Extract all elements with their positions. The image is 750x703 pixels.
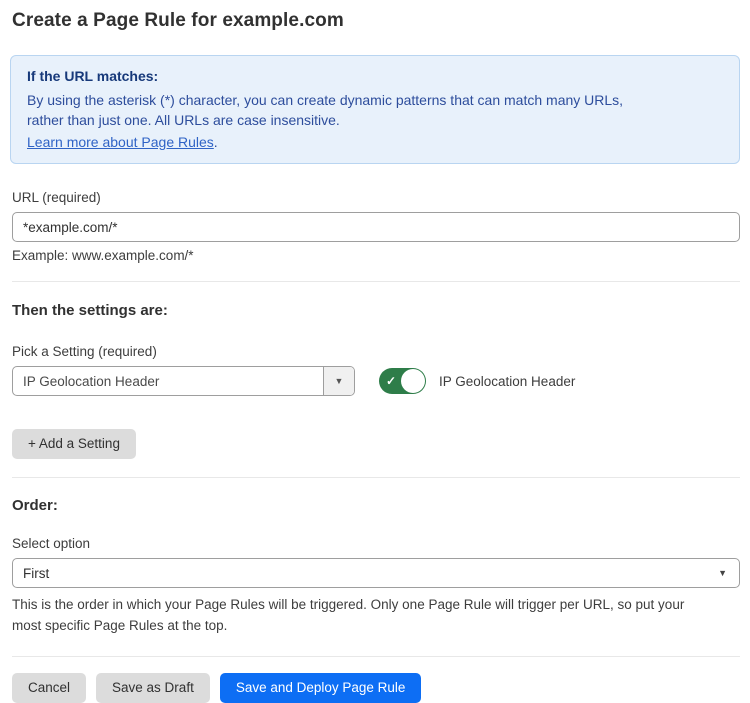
info-box-heading: If the URL matches: (27, 66, 723, 87)
section-divider (12, 477, 740, 478)
setting-dropdown-value: IP Geolocation Header (13, 367, 323, 395)
ip-geolocation-toggle[interactable]: ✓ (379, 368, 426, 394)
info-box-link-line: Learn more about Page Rules. (27, 132, 723, 153)
section-divider (12, 281, 740, 282)
setting-dropdown[interactable]: IP Geolocation Header ▼ (12, 366, 355, 396)
order-helper-line: most specific Page Rules at the top. (12, 615, 740, 636)
save-and-deploy-button[interactable]: Save and Deploy Page Rule (220, 673, 422, 703)
learn-more-link[interactable]: Learn more about Page Rules (27, 134, 214, 150)
page-title: Create a Page Rule for example.com (12, 10, 740, 32)
link-suffix: . (214, 134, 218, 150)
footer-actions: Cancel Save as Draft Save and Deploy Pag… (12, 673, 740, 703)
save-as-draft-button[interactable]: Save as Draft (96, 673, 210, 703)
settings-section-heading: Then the settings are: (12, 302, 740, 319)
url-field-label: URL (required) (12, 190, 740, 205)
footer-divider (12, 656, 740, 657)
info-box-body-line: rather than just one. All URLs are case … (27, 110, 723, 131)
url-example-helper: Example: www.example.com/* (12, 248, 740, 263)
url-match-info-box: If the URL matches: By using the asteris… (10, 55, 740, 164)
order-section-heading: Order: (12, 497, 740, 514)
setting-picker-label: Pick a Setting (required) (12, 344, 740, 359)
url-input[interactable] (12, 212, 740, 242)
check-icon: ✓ (386, 373, 396, 389)
setting-dropdown-button[interactable]: ▼ (323, 367, 354, 395)
setting-row: IP Geolocation Header ▼ ✓ IP Geolocation… (12, 366, 740, 396)
order-helper-text: This is the order in which your Page Rul… (12, 594, 740, 636)
info-box-body-line: By using the asterisk (*) character, you… (27, 90, 723, 111)
toggle-label: IP Geolocation Header (439, 374, 575, 389)
order-select-value: First (23, 566, 49, 581)
toggle-knob (401, 369, 425, 393)
chevron-down-icon: ▼ (335, 376, 344, 386)
order-helper-line: This is the order in which your Page Rul… (12, 594, 740, 615)
add-setting-button[interactable]: + Add a Setting (12, 429, 136, 459)
order-select[interactable]: First ▼ (12, 558, 740, 588)
cancel-button[interactable]: Cancel (12, 673, 86, 703)
order-select-label: Select option (12, 536, 740, 551)
chevron-down-icon: ▼ (718, 568, 727, 578)
